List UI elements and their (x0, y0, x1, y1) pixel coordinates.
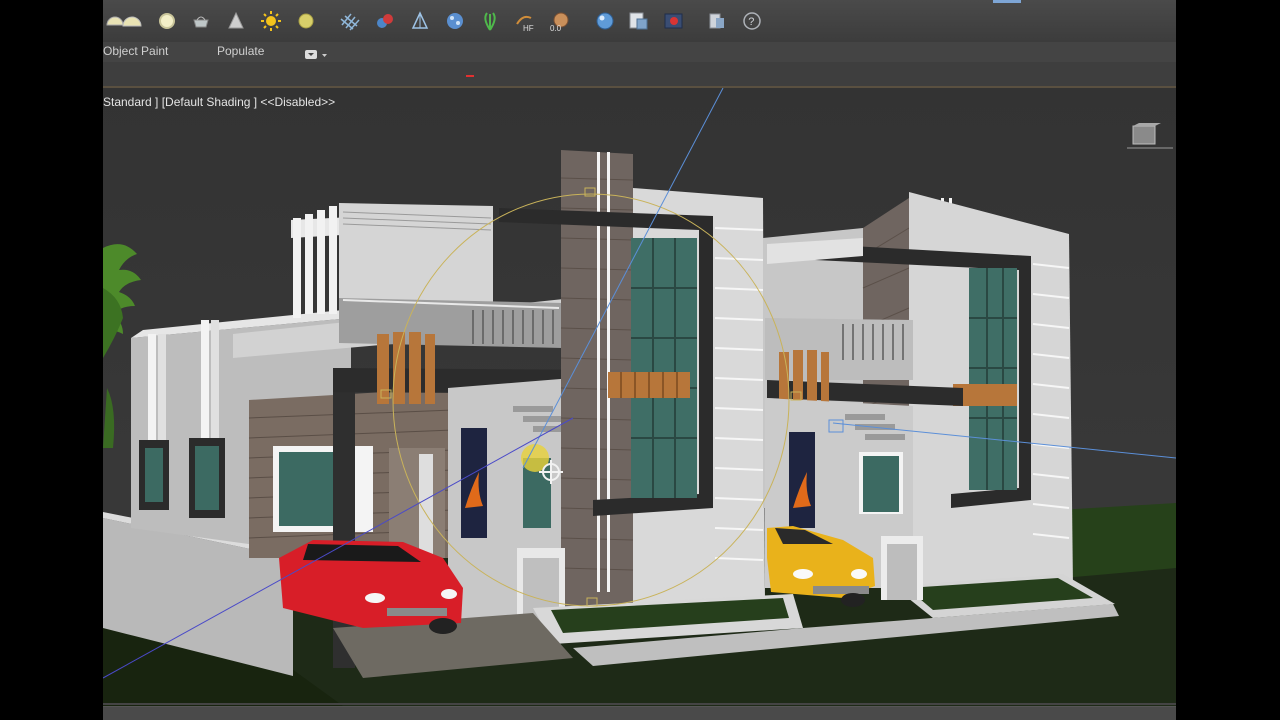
ribbon-tabs: Object Paint Populate (103, 42, 1176, 63)
help-icon[interactable]: ? (740, 9, 764, 33)
sphere-icon[interactable] (155, 9, 179, 33)
hair-fur-icon[interactable]: HF (513, 9, 537, 33)
svg-text:0.0: 0.0 (550, 24, 562, 32)
main-toolbar: HF 0.0 ? (103, 0, 1176, 43)
tab-populate[interactable]: Populate (217, 44, 264, 58)
viewport-label[interactable]: Standard ] [Default Shading ] <<Disabled… (103, 95, 335, 109)
render-frame-icon[interactable] (662, 9, 686, 33)
time-marker (466, 75, 474, 77)
transform-icon[interactable] (408, 9, 432, 33)
3dsmax-window: HF 0.0 ? Object Paint Populate Standard … (103, 0, 1176, 720)
hemisphere-icon[interactable] (120, 9, 144, 33)
active-tab-indicator (993, 0, 1021, 3)
layers-icon[interactable] (705, 9, 729, 33)
plant-icon[interactable] (478, 9, 502, 33)
viewcube-icon[interactable] (1115, 122, 1173, 149)
svg-text:HF: HF (523, 24, 534, 32)
teapot-icon[interactable] (189, 9, 213, 33)
render-setup-icon[interactable] (627, 9, 651, 33)
ribbon-panel-collapsed (103, 62, 1176, 88)
tab-object-paint[interactable]: Object Paint (103, 44, 168, 58)
svg-text:?: ? (748, 16, 754, 28)
perspective-viewport[interactable]: Standard ] [Default Shading ] <<Disabled… (103, 88, 1176, 706)
cloth-icon[interactable]: 0.0 (548, 9, 572, 33)
ribbon-toggle-icon[interactable] (305, 46, 329, 59)
sun-icon[interactable] (259, 9, 283, 33)
cone-light-icon[interactable] (224, 9, 248, 33)
material-icon[interactable] (373, 9, 397, 33)
particle-icon[interactable] (443, 9, 467, 33)
omni-light-icon[interactable] (294, 9, 318, 33)
status-bar (103, 706, 1176, 720)
render-sphere-icon[interactable] (593, 9, 617, 33)
scene-render (103, 88, 1176, 706)
grid-icon[interactable] (338, 9, 362, 33)
